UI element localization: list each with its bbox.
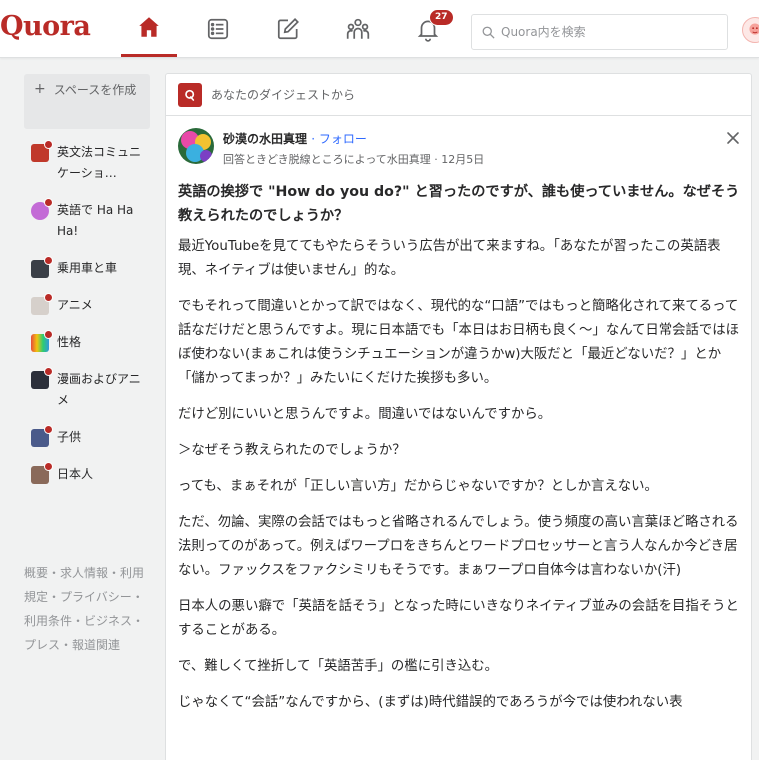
answer-paragraph: だけど別にいいと思うんですよ。間違いではないんですから。 xyxy=(178,407,552,422)
notifications-button[interactable]: 27 xyxy=(400,0,456,57)
list-icon xyxy=(207,18,229,39)
space-japanese-icon xyxy=(31,462,53,484)
sidebar-item-manga-anime[interactable]: 漫画およびアニメ xyxy=(24,367,150,411)
author-avatar-image xyxy=(178,128,214,164)
quora-logo[interactable]: Quora xyxy=(0,11,91,42)
space-english-grammar-icon xyxy=(31,140,53,162)
create-space-button[interactable]: + スペースを作成 xyxy=(24,74,150,129)
space-cars-icon xyxy=(31,256,53,278)
sidebar-item-label: 英語で Ha Ha Ha! xyxy=(57,203,134,238)
sidebar-item-label: 漫画およびアニメ xyxy=(57,372,141,407)
sidebar-item-ha-ha-ha[interactable]: 英語で Ha Ha Ha! xyxy=(24,198,150,242)
answer-paragraph: でもそれって間違いとかって訳ではなく、現代的な“口語”ではもっと簡略化されて来て… xyxy=(178,299,740,386)
spaces-button[interactable] xyxy=(330,0,386,57)
sidebar-item-anime[interactable]: アニメ xyxy=(24,293,150,316)
sidebar-item-label: 乗用車と車 xyxy=(57,261,118,275)
sidebar-item-label: 子供 xyxy=(57,430,82,444)
answer-paragraph: っても、まぁそれが「正しい言い方」だからじゃないですか？としか言えない。 xyxy=(178,479,658,494)
spaces-sidebar: + スペースを作成 英文法コミュニケーショ… 英語で Ha Ha Ha! 乗用車… xyxy=(24,74,150,485)
author-avatar[interactable] xyxy=(178,128,214,164)
user-avatar-image xyxy=(749,23,759,35)
close-button[interactable] xyxy=(725,130,741,146)
home-icon xyxy=(139,17,159,37)
question-title[interactable]: 英語の挨拶で "How do you do?" と習ったのですが、誰も使っていま… xyxy=(178,180,743,228)
search-input[interactable] xyxy=(501,25,711,39)
sidebar-item-label: 性格 xyxy=(57,335,82,349)
answer-paragraph: 日本人の悪い癖で「英語を話そう」となった時にいきなりネイティブ並みの会話を目指そ… xyxy=(178,599,739,638)
answer-button[interactable] xyxy=(260,0,316,57)
space-children-icon xyxy=(31,425,53,447)
sidebar-item-label: アニメ xyxy=(57,298,93,312)
following-button[interactable] xyxy=(190,0,246,57)
sidebar-item-personality[interactable]: 性格 xyxy=(24,330,150,353)
answer-paragraph: 最近YouTubeを見ててもやたらそういう広告が出て来ますね。「あなたが習ったこ… xyxy=(178,239,721,278)
author-name[interactable]: 砂漠の水田真理 xyxy=(223,132,307,146)
pencil-square-icon xyxy=(277,17,299,39)
people-icon xyxy=(346,18,370,39)
home-button[interactable] xyxy=(121,0,177,57)
author-name-line: 砂漠の水田真理 · フォロー xyxy=(223,132,367,146)
answer-paragraph: で、難しくて挫折して「英語苦手」の檻に引き込む。 xyxy=(178,659,499,674)
sidebar-item-japanese[interactable]: 日本人 xyxy=(24,462,150,485)
close-icon xyxy=(727,132,739,144)
top-navigation-bar: Quora 27 xyxy=(0,0,759,58)
sidebar-item-label: 英文法コミュニケーショ… xyxy=(57,145,141,180)
create-space-label: スペースを作成 xyxy=(53,83,137,97)
sidebar-item-english-grammar[interactable]: 英文法コミュニケーショ… xyxy=(24,140,150,184)
answer-paragraph: ＞なぜそう教えられたのでしょうか？ xyxy=(178,443,406,458)
answer-body: 最近YouTubeを見ててもやたらそういう広告が出て来ますね。「あなたが習ったこ… xyxy=(178,235,744,727)
sidebar-item-label: 日本人 xyxy=(57,467,94,481)
sidebar-item-children[interactable]: 子供 xyxy=(24,425,150,448)
search-icon xyxy=(482,26,495,39)
quora-q-icon xyxy=(178,82,202,107)
digest-label: あなたのダイジェストから xyxy=(211,88,356,102)
plus-icon: + xyxy=(34,81,46,97)
space-manga-anime-icon xyxy=(31,367,53,389)
answer-paragraph: じゃなくて“会話”なんですから、(まずは)時代錯誤的であろうが今では使われない表 xyxy=(178,695,683,710)
answer-paragraph: ただ、勿論、実際の会話ではもっと省略されるんでしょう。使う頻度の高い言葉ほど略さ… xyxy=(178,515,739,578)
space-ha-ha-ha-icon xyxy=(31,198,53,220)
feed-card: あなたのダイジェストから 砂漠の水田真理 · フォロー 回答ときどき脱線ところに… xyxy=(165,73,752,760)
digest-header: あなたのダイジェストから xyxy=(166,74,751,116)
author-row: 砂漠の水田真理 · フォロー 回答ときどき脱線ところによって水田真理 · 12月… xyxy=(178,128,741,168)
space-anime-icon xyxy=(31,293,53,315)
notification-count-badge: 27 xyxy=(429,9,454,26)
follow-button[interactable]: フォロー xyxy=(319,132,367,146)
search-box[interactable] xyxy=(471,14,728,50)
author-meta: 回答ときどき脱線ところによって水田真理 · 12月5日 xyxy=(223,153,485,166)
user-avatar[interactable] xyxy=(742,17,759,43)
sidebar-footer-links[interactable]: 概要・求人情報・利用規定・プライバシー・利用条件・ビジネス・プレス・報道関連 xyxy=(24,561,148,657)
space-personality-icon xyxy=(31,330,53,352)
sidebar-item-cars[interactable]: 乗用車と車 xyxy=(24,256,150,279)
